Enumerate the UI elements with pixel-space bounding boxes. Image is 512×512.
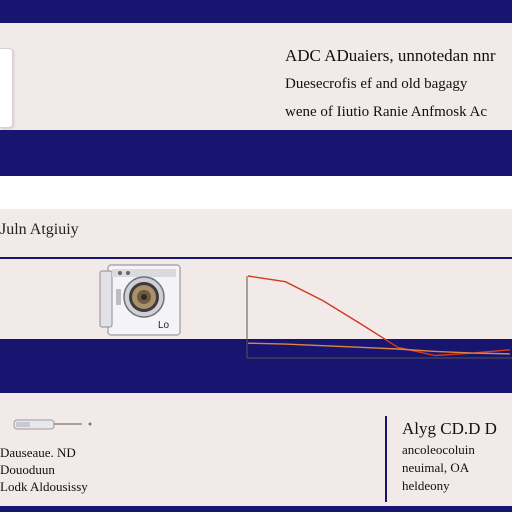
header-text-block: ADC ADuaiers, unnotedan nnr Duesecrofis … [285, 42, 507, 126]
section-title: Juln Atgiuiy [0, 221, 79, 238]
right-info-title: Alyg CD.D D [402, 419, 497, 438]
header-line-1: ADC ADuaiers, unnotedan nnr [285, 46, 496, 65]
side-card-stub[interactable] [0, 48, 13, 128]
series-layer [247, 275, 511, 357]
washing-machine-icon [99, 264, 181, 336]
line-chart [246, 275, 512, 359]
left-info-line-2: Douoduun [0, 462, 55, 477]
bottom-banner [0, 506, 512, 512]
header-line-3: wene of Iiutio Ranie Anfmosk Ac [285, 104, 488, 120]
right-info-line-2: neuimal, OA [402, 460, 470, 475]
divider-line [0, 257, 512, 259]
washing-machine-image[interactable]: Lo [98, 259, 182, 337]
middle-banner [0, 130, 512, 176]
vertical-divider [385, 416, 387, 502]
left-info-block: Dauseaue. ND Douoduun Lodk Aldousissy [0, 444, 88, 495]
series-line-2 [247, 342, 511, 355]
top-banner [0, 0, 512, 23]
right-info-line-3: heldeony [402, 478, 450, 493]
left-info-line-3: Lodk Aldousissy [0, 479, 88, 494]
device-icon[interactable] [12, 416, 98, 432]
product-label: Lo [158, 320, 170, 331]
left-info-line-1: Dauseaue. ND [0, 445, 76, 460]
page: ADC ADuaiers, unnotedan nnr Duesecrofis … [0, 0, 512, 512]
white-strip [0, 176, 512, 209]
header-line-2: Duesecrofis ef and old bagagy [285, 76, 468, 92]
right-info-block: Alyg CD.D D ancoleocoluin neuimal, OA he… [402, 417, 497, 495]
right-info-line-1: ancoleocoluin [402, 442, 475, 457]
